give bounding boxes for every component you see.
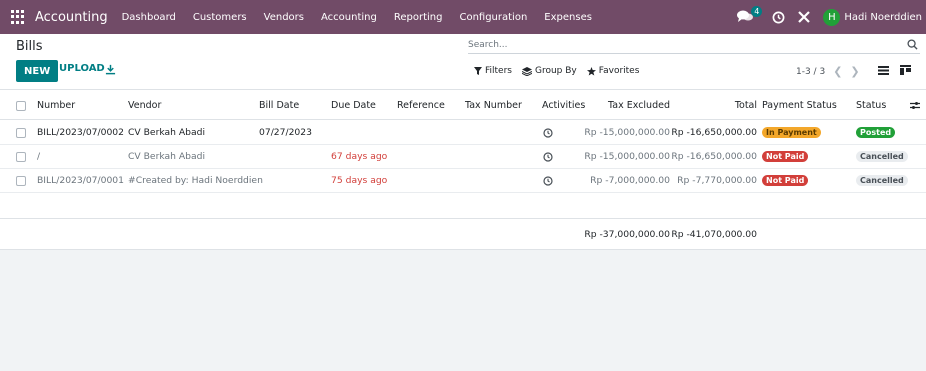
activity-clock-icon[interactable] xyxy=(543,169,553,192)
row-checkbox[interactable] xyxy=(16,169,26,192)
column-tax-excluded[interactable]: Tax Excluded xyxy=(590,92,670,119)
search-bar xyxy=(468,36,920,54)
column-activities[interactable]: Activities xyxy=(542,92,585,119)
bill-total: Rp -7,770,000.00 xyxy=(677,175,757,186)
filters-label: Filters xyxy=(485,66,512,76)
optional-columns-toggle[interactable] xyxy=(910,92,920,119)
filters-toggle[interactable]: Filters xyxy=(474,66,512,76)
payment-status-label: In Payment xyxy=(762,127,821,138)
chat-count-badge: 4 xyxy=(751,6,763,17)
table-row[interactable]: BILL/2023/07/0002 CV Berkah Abadi 07/27/… xyxy=(0,121,926,145)
status-label: Posted xyxy=(856,127,896,138)
avatar[interactable]: H xyxy=(823,8,841,26)
activity-clock-icon[interactable] xyxy=(772,11,785,24)
top-navbar: Accounting Dashboard Customers Vendors A… xyxy=(0,0,926,34)
status-label: Cancelled xyxy=(856,151,908,162)
bill-tax-excluded: Rp -7,000,000.00 xyxy=(590,175,670,186)
search-icon[interactable] xyxy=(907,39,918,50)
bill-date: 07/27/2023 xyxy=(259,127,312,138)
table-header: Number Vendor Bill Date Due Date Referen… xyxy=(0,92,926,120)
group-by-label: Group By xyxy=(534,66,577,76)
menu-configuration[interactable]: Configuration xyxy=(459,12,527,23)
bill-vendor: CV Berkah Abadi xyxy=(128,127,206,138)
search-panel-options: Filters Group By Favorites xyxy=(474,66,649,76)
search-input[interactable] xyxy=(468,39,888,50)
status-label: Cancelled xyxy=(856,175,908,186)
favorites-toggle[interactable]: Favorites xyxy=(586,66,640,76)
new-button[interactable]: NEW xyxy=(16,60,59,82)
column-payment-status[interactable]: Payment Status xyxy=(762,92,837,119)
apps-menu-icon[interactable] xyxy=(11,10,25,24)
menu-customers[interactable]: Customers xyxy=(193,12,247,23)
row-checkbox[interactable] xyxy=(16,145,26,168)
favorites-label: Favorites xyxy=(598,66,640,76)
column-status[interactable]: Status xyxy=(856,92,886,119)
status-badge: Cancelled xyxy=(856,169,908,192)
column-vendor[interactable]: Vendor xyxy=(128,92,161,119)
column-number[interactable]: Number xyxy=(37,92,75,119)
group-by-toggle[interactable]: Group By xyxy=(521,66,577,76)
chat-button[interactable]: 4 xyxy=(736,6,763,25)
row-checkbox[interactable] xyxy=(16,121,26,144)
kanban-view-button[interactable] xyxy=(900,65,911,75)
pager-value[interactable]: 1-3 / 3 xyxy=(796,67,825,77)
menu-vendors[interactable]: Vendors xyxy=(264,12,304,23)
bill-tax-excluded: Rp -15,000,000.00 xyxy=(584,127,670,138)
kanban-view-icon xyxy=(900,65,911,75)
download-icon[interactable] xyxy=(105,64,116,75)
activity-clock-icon[interactable] xyxy=(543,145,553,168)
control-panel: Bills NEW UPLOAD Filters Group By xyxy=(0,34,926,90)
payment-status-label: Not Paid xyxy=(762,175,809,186)
bill-number: / xyxy=(37,151,41,162)
bill-vendor: CV Berkah Abadi xyxy=(128,151,206,162)
select-all-checkbox[interactable] xyxy=(16,92,26,119)
list-view-button[interactable] xyxy=(878,65,889,75)
bill-due-date: 67 days ago xyxy=(331,151,388,162)
page-title: Bills xyxy=(16,39,43,54)
pager-next-icon[interactable]: ❯ xyxy=(850,65,859,78)
sliders-icon xyxy=(910,102,920,109)
bill-vendor: #Created by: Hadi Noerddien xyxy=(128,175,263,186)
status-badge: Posted xyxy=(856,121,896,144)
bill-number: BILL/2023/07/0001 xyxy=(37,175,124,186)
column-total[interactable]: Total xyxy=(680,92,757,119)
menu-accounting[interactable]: Accounting xyxy=(321,12,377,23)
bill-number: BILL/2023/07/0002 xyxy=(37,127,124,138)
bill-total: Rp -16,650,000.00 xyxy=(671,127,757,138)
bill-tax-excluded: Rp -15,000,000.00 xyxy=(584,151,670,162)
column-bill-date[interactable]: Bill Date xyxy=(259,92,299,119)
table-row[interactable]: BILL/2023/07/0001 #Created by: Hadi Noer… xyxy=(0,169,926,193)
menu-expenses[interactable]: Expenses xyxy=(544,12,592,23)
funnel-icon xyxy=(474,67,482,75)
bills-list: Number Vendor Bill Date Due Date Referen… xyxy=(0,90,926,250)
column-due-date[interactable]: Due Date xyxy=(331,92,376,119)
menu-reporting[interactable]: Reporting xyxy=(394,12,443,23)
payment-status-badge: Not Paid xyxy=(762,169,809,192)
payment-status-label: Not Paid xyxy=(762,151,809,162)
app-name[interactable]: Accounting xyxy=(35,10,108,25)
total-tax-excluded: Rp -37,000,000.00 xyxy=(584,229,670,240)
bill-due-date: 75 days ago xyxy=(331,175,388,186)
debug-tools-icon[interactable] xyxy=(797,10,811,24)
status-badge: Cancelled xyxy=(856,145,908,168)
list-view-icon xyxy=(878,66,889,75)
column-tax-number[interactable]: Tax Number xyxy=(465,92,522,119)
payment-status-badge: Not Paid xyxy=(762,145,809,168)
activity-clock-icon[interactable] xyxy=(543,121,553,144)
pager: 1-3 / 3 ❮ ❯ xyxy=(796,65,860,78)
star-icon xyxy=(586,66,596,76)
user-name[interactable]: Hadi Noerddien xyxy=(844,12,922,23)
payment-status-badge: In Payment xyxy=(762,121,821,144)
upload-button[interactable]: UPLOAD xyxy=(59,63,105,74)
menu-dashboard[interactable]: Dashboard xyxy=(122,12,176,23)
table-footer-totals: Rp -37,000,000.00 Rp -41,070,000.00 xyxy=(0,218,926,250)
grand-total: Rp -41,070,000.00 xyxy=(671,229,757,240)
bill-total: Rp -16,650,000.00 xyxy=(671,151,757,162)
column-reference[interactable]: Reference xyxy=(397,92,445,119)
layers-icon xyxy=(521,66,532,76)
table-row[interactable]: / CV Berkah Abadi 67 days ago Rp -15,000… xyxy=(0,145,926,169)
pager-previous-icon[interactable]: ❮ xyxy=(833,65,842,78)
